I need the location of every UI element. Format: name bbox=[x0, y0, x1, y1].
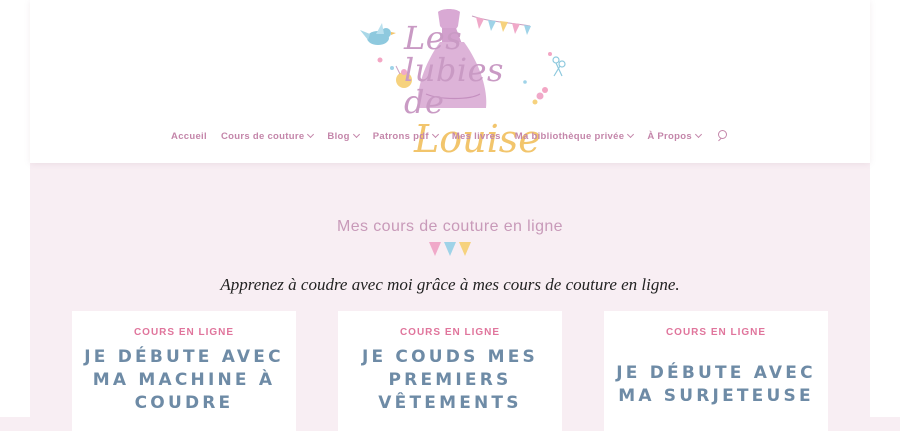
nav-item-mes-livres[interactable]: Mes livres bbox=[452, 131, 501, 142]
course-card-premiers-vetements[interactable]: COURS EN LIGNE JE COUDS MES PREMIERS VÊT… bbox=[338, 311, 562, 431]
chevron-down-icon bbox=[627, 130, 635, 139]
logo-line-1: Les lubies de bbox=[404, 19, 504, 121]
nav-item-a-propos[interactable]: À Propos bbox=[647, 130, 702, 142]
chevron-down-icon bbox=[431, 130, 439, 139]
search-icon-handle bbox=[718, 137, 722, 142]
course-tag: COURS EN LIGNE bbox=[665, 327, 767, 338]
nav-item-label: Mes livres bbox=[451, 130, 501, 142]
chevron-down-icon bbox=[352, 130, 360, 139]
nav-item-accueil[interactable]: Accueil bbox=[171, 131, 207, 142]
course-tag: COURS EN LIGNE bbox=[133, 327, 235, 338]
page-margin-right bbox=[870, 0, 900, 417]
search-icon[interactable] bbox=[717, 130, 729, 142]
scissors-icon bbox=[552, 56, 566, 77]
bunting-icon bbox=[429, 242, 471, 256]
bird-icon bbox=[360, 23, 396, 45]
nav-item-label: Blog bbox=[327, 130, 350, 142]
nav-item-label: Patrons pdf bbox=[372, 130, 429, 142]
chevron-down-icon bbox=[307, 130, 315, 139]
site-logo[interactable]: Les lubies de Louise bbox=[330, 4, 570, 158]
course-title[interactable]: JE COUDS MES PREMIERS VÊTEMENTS bbox=[346, 346, 554, 415]
main-nav: Accueil Cours de couture Blog Patrons pd… bbox=[30, 127, 870, 145]
page-margin-left bbox=[0, 0, 30, 417]
course-tag: COURS EN LIGNE bbox=[399, 327, 501, 338]
course-title[interactable]: JE DÉBUTE AVEC MA MACHINE À COUDRE bbox=[80, 346, 288, 415]
nav-item-label: Ma bibliothèque privée bbox=[514, 130, 625, 142]
chevron-down-icon bbox=[694, 130, 702, 139]
course-card-surjeteuse[interactable]: COURS EN LIGNE JE DÉBUTE AVEC MA SURJETE… bbox=[604, 311, 828, 431]
nav-item-patrons-pdf[interactable]: Patrons pdf bbox=[372, 130, 439, 142]
section-title: Mes cours de couture en ligne bbox=[337, 218, 563, 235]
nav-item-cours-de-couture[interactable]: Cours de couture bbox=[220, 130, 315, 142]
course-title[interactable]: JE DÉBUTE AVEC MA SURJETEUSE bbox=[612, 362, 820, 408]
nav-item-ma-bibliotheque-privee[interactable]: Ma bibliothèque privée bbox=[514, 130, 635, 142]
course-card-machine-a-coudre[interactable]: COURS EN LIGNE JE DÉBUTE AVEC MA MACHINE… bbox=[72, 311, 296, 431]
site-header: Les lubies de Louise Accueil Cours de co… bbox=[30, 0, 870, 163]
section-subtitle: Apprenez à coudre avec moi grâce à mes c… bbox=[220, 275, 680, 294]
nav-item-blog[interactable]: Blog bbox=[327, 130, 360, 142]
nav-item-label: Cours de couture bbox=[220, 130, 305, 142]
nav-item-label: Accueil bbox=[171, 130, 207, 142]
nav-item-label: À Propos bbox=[647, 130, 692, 142]
